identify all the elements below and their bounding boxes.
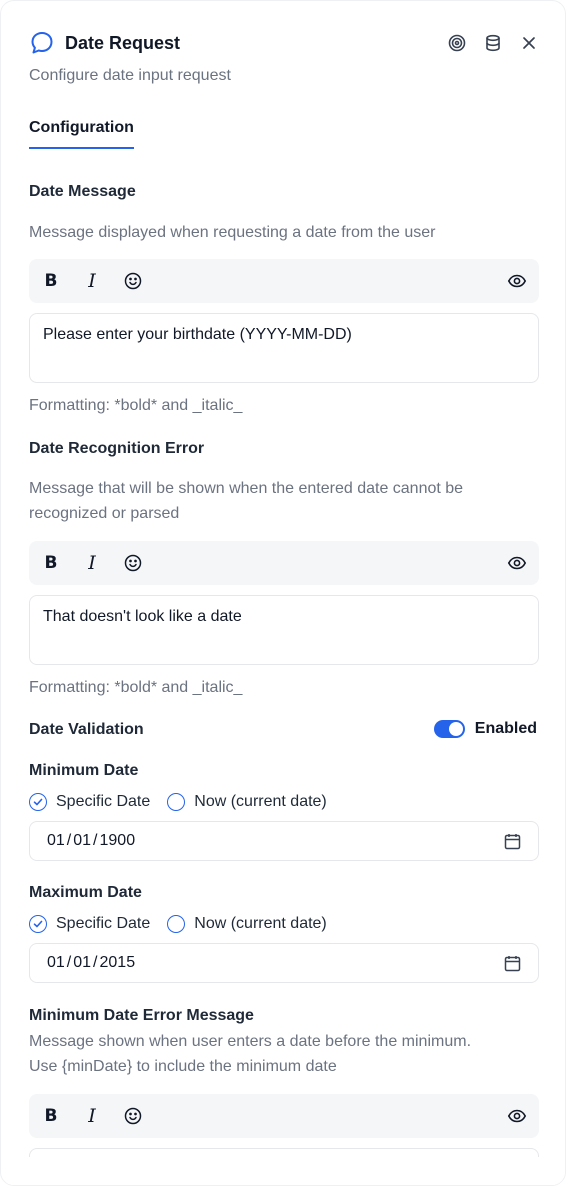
date-validation-toggle-label: Enabled: [474, 720, 537, 737]
date-separator: /: [66, 954, 72, 971]
date-month[interactable]: 01: [47, 954, 65, 972]
maximum-date-now-radio[interactable]: Now (current date): [167, 915, 327, 933]
chat-bubble-icon: [29, 30, 55, 56]
bold-button[interactable]: B: [41, 1106, 61, 1126]
recognition-error-input[interactable]: That doesn't look like a date: [29, 595, 539, 665]
emoji-icon[interactable]: [123, 271, 143, 291]
italic-button[interactable]: I: [82, 1105, 102, 1127]
recognition-error-description-line1: Message that will be shown when the ente…: [29, 480, 464, 497]
header-actions: [447, 29, 539, 57]
toggle-knob: [448, 722, 463, 736]
minimum-date-options: Specific Date Now (current date): [29, 793, 344, 811]
date-year[interactable]: 1900: [100, 832, 136, 850]
recognition-error-toolbar: B I: [29, 541, 539, 585]
recognition-error-description: Message that will be shown when the ente…: [29, 476, 539, 526]
radio-empty-icon: [167, 915, 186, 933]
calendar-icon[interactable]: [503, 954, 521, 972]
minimum-date-error-label: Minimum Date Error Message: [29, 1007, 254, 1024]
bold-button[interactable]: B: [41, 271, 61, 291]
date-message-input[interactable]: Please enter your birthdate (YYYY-MM-DD): [29, 313, 539, 383]
date-separator: /: [93, 954, 98, 971]
maximum-date-specific-label: Specific Date: [56, 915, 151, 932]
maximum-date-options: Specific Date Now (current date): [29, 915, 344, 933]
minimum-date-specific-radio[interactable]: Specific Date: [29, 793, 150, 811]
calendar-icon[interactable]: [503, 832, 521, 850]
scroll-fade: [1, 1157, 565, 1185]
preview-eye-icon[interactable]: [507, 1106, 527, 1126]
date-day[interactable]: 01: [73, 832, 91, 850]
maximum-date-label: Maximum Date: [29, 884, 142, 901]
maximum-date-specific-radio[interactable]: Specific Date: [29, 915, 150, 933]
date-message-formatting-hint: Formatting: *bold* and _italic_: [29, 397, 243, 414]
preview-eye-icon[interactable]: [507, 553, 527, 573]
date-month[interactable]: 01: [47, 832, 65, 850]
maximum-date-now-label: Now (current date): [194, 915, 327, 932]
date-day[interactable]: 01: [73, 954, 91, 972]
recognition-error-formatting-hint: Formatting: *bold* and _italic_: [29, 679, 243, 696]
date-validation-toggle[interactable]: [433, 720, 465, 738]
target-icon[interactable]: [447, 33, 467, 53]
database-icon[interactable]: [483, 33, 503, 53]
date-validation-toggle-group: Enabled: [433, 720, 537, 738]
date-validation-label: Date Validation: [29, 721, 144, 738]
minimum-date-now-radio[interactable]: Now (current date): [167, 793, 327, 811]
panel-header: Date Request: [29, 29, 539, 57]
panel-title: Date Request: [65, 32, 181, 53]
close-icon[interactable]: [519, 33, 539, 53]
date-separator: /: [66, 832, 72, 849]
minimum-date-label: Minimum Date: [29, 762, 139, 779]
recognition-error-label: Date Recognition Error: [29, 440, 205, 457]
date-year[interactable]: 2015: [100, 954, 136, 972]
minimum-date-error-description: Message shown when user enters a date be…: [29, 1029, 539, 1079]
preview-eye-icon[interactable]: [507, 271, 527, 291]
maximum-date-input[interactable]: 01/01/2015: [29, 943, 539, 983]
date-message-label: Date Message: [29, 183, 136, 200]
tab-configuration[interactable]: Configuration: [29, 119, 134, 149]
check-circle-icon: [29, 793, 47, 811]
italic-button[interactable]: I: [82, 270, 102, 292]
date-separator: /: [93, 832, 98, 849]
minimum-date-error-description-line1: Message shown when user enters a date be…: [29, 1033, 472, 1050]
tab-bar: Configuration: [29, 119, 134, 153]
emoji-icon[interactable]: [123, 553, 143, 573]
minimum-date-error-description-line2: Use {minDate} to include the minimum dat…: [29, 1058, 337, 1075]
bold-button[interactable]: B: [41, 553, 61, 573]
date-message-description: Message displayed when requesting a date…: [29, 224, 436, 241]
check-circle-icon: [29, 915, 47, 933]
minimum-date-specific-label: Specific Date: [56, 793, 151, 810]
minimum-date-input[interactable]: 01/01/1900: [29, 821, 539, 861]
italic-button[interactable]: I: [82, 552, 102, 574]
minimum-date-error-toolbar: B I: [29, 1094, 539, 1138]
recognition-error-description-line2: recognized or parsed: [29, 505, 180, 522]
emoji-icon[interactable]: [123, 1106, 143, 1126]
date-message-toolbar: B I: [29, 259, 539, 303]
panel-subtitle: Configure date input request: [29, 67, 231, 84]
date-request-panel: Date Request Configure date input reques…: [0, 0, 566, 1186]
minimum-date-now-label: Now (current date): [194, 793, 327, 810]
radio-empty-icon: [167, 793, 186, 811]
